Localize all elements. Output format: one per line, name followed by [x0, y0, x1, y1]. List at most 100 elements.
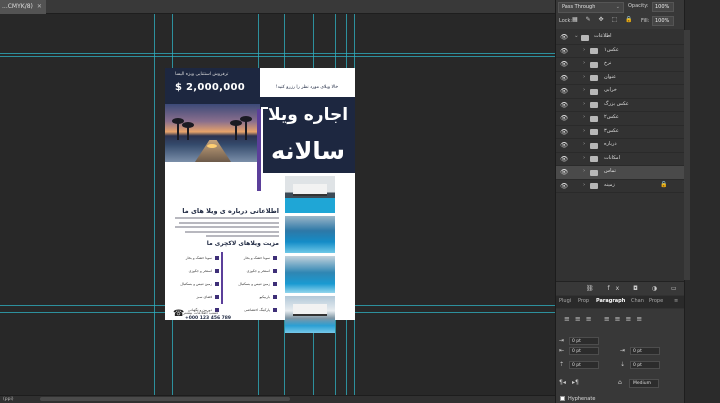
palm-tree — [230, 120, 242, 140]
space-before-icon: ⇡ — [559, 361, 565, 368]
chevron-right-icon[interactable]: › — [583, 155, 585, 161]
hyphenate-checkbox[interactable]: Hyphenate — [560, 396, 595, 402]
chevron-right-icon[interactable]: › — [583, 114, 585, 120]
tab-properties-2[interactable]: Prope — [649, 298, 663, 304]
panel-menu-icon[interactable]: ≡ — [674, 298, 678, 304]
bullet-square — [215, 268, 219, 273]
visibility-eye-icon[interactable]: 👁 — [560, 128, 568, 136]
blend-mode-select[interactable]: Pass Through ⌄ — [558, 2, 624, 13]
opacity-field[interactable]: 100% — [652, 2, 674, 12]
features-left-column: سونا خشک و بخار استخر و جکوزی زمین تنیس … — [167, 251, 219, 316]
lock-label: Lock: — [559, 18, 573, 24]
composer-icon: ⌂ — [618, 379, 622, 386]
tab-channels[interactable]: Chan — [631, 298, 644, 304]
layer-row[interactable]: 👁 ⌄ اطلاعات — [556, 31, 684, 45]
panel-tabs: Plugi Prop Paragraph Chan Prope ≡ — [556, 296, 684, 308]
chevron-down-icon[interactable]: ⌄ — [574, 33, 579, 39]
flyer-title-line1: اجاره ویلا — [267, 105, 349, 125]
layer-row[interactable]: 👁 › عنوان — [556, 72, 684, 85]
rtl-direction-icon[interactable]: ▸¶ — [572, 379, 579, 386]
layer-row[interactable]: 👁 › عکس۳ — [556, 126, 684, 139]
alignment-buttons[interactable]: ≡≡≡ ≡≡≡≡ — [564, 315, 647, 323]
visibility-eye-icon[interactable]: 👁 — [560, 168, 568, 176]
folder-icon — [590, 169, 598, 176]
layer-row-selected[interactable]: 👁 › تماس — [556, 166, 684, 180]
indent-right-field[interactable]: 0 pt — [630, 347, 660, 355]
bullet-square — [215, 255, 219, 260]
feature-item: باربیکیو — [225, 290, 277, 303]
checkbox-icon[interactable] — [560, 396, 565, 401]
flyer-artboard[interactable]: ترفروش استثنایی ویژه الیسا $ 2,000,000 خ… — [165, 54, 355, 333]
layer-name: عکس۲ — [604, 114, 619, 120]
chevron-right-icon[interactable]: › — [583, 87, 585, 93]
layer-row[interactable]: 👁 › عکس بزرگ — [556, 99, 684, 112]
composer-select[interactable]: Medium — [629, 379, 659, 388]
text-line — [179, 221, 279, 224]
visibility-eye-icon[interactable]: 👁 — [560, 155, 568, 163]
reserve-question: خالا ویلای مورد نظر را رزرو کنید! — [275, 85, 339, 90]
close-icon[interactable]: ✕ — [37, 3, 42, 10]
palm-tree — [172, 118, 184, 140]
bullet-square — [273, 294, 277, 299]
tab-plugins[interactable]: Plugi — [559, 298, 571, 304]
ltr-direction-icon[interactable]: ¶◂ — [559, 379, 566, 386]
contact-label: کسب اطلاعات بیشتر — [183, 310, 219, 315]
villa-thumbnail — [285, 256, 335, 293]
feature-item: زمین تنیس و بسکتبال — [167, 277, 219, 290]
layer-row[interactable]: 👁 › عکس۲ — [556, 112, 684, 126]
tab-properties[interactable]: Prop — [578, 298, 589, 304]
indent-first-field[interactable]: 0 pt — [569, 347, 599, 355]
canvas-area[interactable]: ترفروش استثنایی ویژه الیسا $ 2,000,000 خ… — [0, 14, 555, 395]
features-title: مزیت ویلاهای لاکچری ما — [206, 240, 279, 247]
lock-icon: 🔒 — [660, 180, 668, 188]
about-title: اطلاعاتی درباره ی ویلا های ما — [182, 207, 279, 215]
visibility-eye-icon[interactable]: 👁 — [560, 33, 568, 41]
tab-paragraph[interactable]: Paragraph — [596, 298, 625, 304]
lock-icons[interactable]: ▦ ✎ ✥ ⬚ 🔒 — [572, 16, 636, 23]
space-after-field[interactable]: 0 pt — [630, 361, 660, 369]
chevron-right-icon[interactable]: › — [583, 60, 585, 66]
visibility-eye-icon[interactable]: 👁 — [560, 141, 568, 149]
chevron-right-icon[interactable]: › — [583, 182, 585, 188]
layer-row[interactable]: 👁 › عکس۱ — [556, 45, 684, 58]
visibility-eye-icon[interactable]: 👁 — [560, 74, 568, 82]
horizontal-scrollbar[interactable] — [40, 397, 290, 401]
folder-icon — [590, 129, 598, 135]
text-line — [175, 226, 279, 229]
visibility-eye-icon[interactable]: 👁 — [560, 182, 568, 190]
visibility-eye-icon[interactable]: 👁 — [560, 60, 568, 68]
document-tab-title: ...CMYK/8) — [2, 3, 33, 10]
layer-row[interactable]: 👁 › خرابی — [556, 85, 684, 99]
layers-scrollbar[interactable] — [684, 30, 690, 280]
layer-row[interactable]: 👁 › درباره — [556, 139, 684, 153]
top-tagline: ترفروش استثنایی ویژه الیسا — [175, 72, 229, 77]
chevron-right-icon[interactable]: › — [583, 168, 585, 174]
chevron-right-icon[interactable]: › — [583, 141, 585, 147]
chevron-right-icon[interactable]: › — [583, 47, 585, 53]
visibility-eye-icon[interactable]: 👁 — [560, 47, 568, 55]
chevron-down-icon: ⌄ — [615, 4, 620, 10]
layer-row[interactable]: 👁 › زمینه 🔒 — [556, 180, 684, 193]
layer-row[interactable]: 👁 › نرخ — [556, 58, 684, 72]
villa-thumbnail — [285, 176, 335, 213]
space-before-field[interactable]: 0 pt — [569, 361, 599, 369]
chevron-right-icon[interactable]: › — [583, 128, 585, 134]
layer-name: عکس۳ — [604, 127, 619, 134]
villa-thumbnails — [285, 176, 335, 336]
chevron-right-icon[interactable]: › — [583, 74, 585, 80]
chevron-right-icon[interactable]: › — [583, 101, 585, 107]
fill-label: Fill: — [641, 18, 650, 24]
layer-name: خرابی — [604, 87, 617, 93]
house-shape — [293, 184, 327, 196]
space-after-icon: ⇣ — [620, 361, 626, 368]
document-tab[interactable]: ...CMYK/8) ✕ — [0, 0, 46, 14]
indent-left-field[interactable]: 0 pt — [569, 337, 599, 345]
layer-name: درباره — [604, 141, 617, 147]
layers-footer-toolbar[interactable]: ⛓ fx ◘ ◑ ▭ ⊞ 🗑 — [556, 281, 684, 305]
visibility-eye-icon[interactable]: 👁 — [560, 87, 568, 95]
visibility-eye-icon[interactable]: 👁 — [560, 101, 568, 109]
folder-icon — [590, 48, 598, 54]
layer-row[interactable]: 👁 › امکانات — [556, 153, 684, 166]
fill-field[interactable]: 100% — [652, 16, 674, 26]
visibility-eye-icon[interactable]: 👁 — [560, 114, 568, 122]
